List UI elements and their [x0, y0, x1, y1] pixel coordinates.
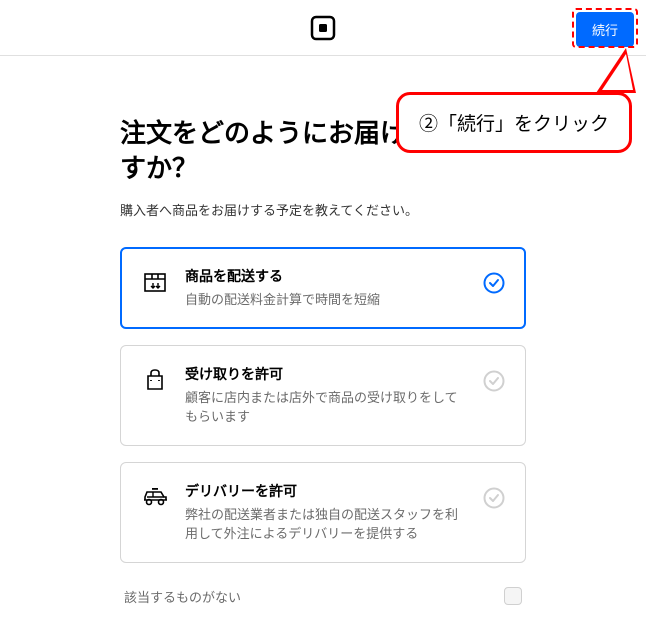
option-delivery[interactable]: デリバリーを許可 弊社の配送業者または独自の配送スタッフを利用して外注によるデリ… [120, 462, 526, 563]
option-description: 顧客に店内または店外で商品の受け取りをしてもらいます [185, 388, 467, 427]
option-title: デリバリーを許可 [185, 481, 467, 501]
option-text: 受け取りを許可 顧客に店内または店外で商品の受け取りをしてもらいます [185, 364, 467, 427]
none-checkbox[interactable] [504, 587, 522, 605]
option-title: 商品を配送する [185, 266, 467, 286]
option-title: 受け取りを許可 [185, 364, 467, 384]
option-text: デリバリーを許可 弊社の配送業者または独自の配送スタッフを利用して外注によるデリ… [185, 481, 467, 544]
bag-icon [141, 366, 169, 394]
option-shipping[interactable]: 商品を配送する 自動の配送料金計算で時間を短縮 [120, 247, 526, 329]
option-text: 商品を配送する 自動の配送料金計算で時間を短縮 [185, 266, 467, 310]
check-unselected-icon [483, 487, 505, 509]
option-pickup[interactable]: 受け取りを許可 顧客に店内または店外で商品の受け取りをしてもらいます [120, 345, 526, 446]
square-logo [310, 15, 336, 41]
none-label: 該当するものがない [124, 587, 241, 606]
page-subtitle: 購入者へ商品をお届けする予定を教えてください。 [120, 200, 526, 219]
option-description: 自動の配送料金計算で時間を短縮 [185, 290, 467, 310]
app-header: 続行 [0, 0, 646, 56]
check-selected-icon [483, 272, 505, 294]
option-none[interactable]: 該当するものがない [120, 579, 526, 606]
car-icon [141, 483, 169, 511]
annotation-callout: ②「続行」をクリック [396, 92, 632, 153]
check-unselected-icon [483, 370, 505, 392]
box-icon [141, 268, 169, 296]
continue-button[interactable]: 続行 [576, 12, 634, 47]
option-description: 弊社の配送業者または独自の配送スタッフを利用して外注によるデリバリーを提供する [185, 505, 467, 544]
